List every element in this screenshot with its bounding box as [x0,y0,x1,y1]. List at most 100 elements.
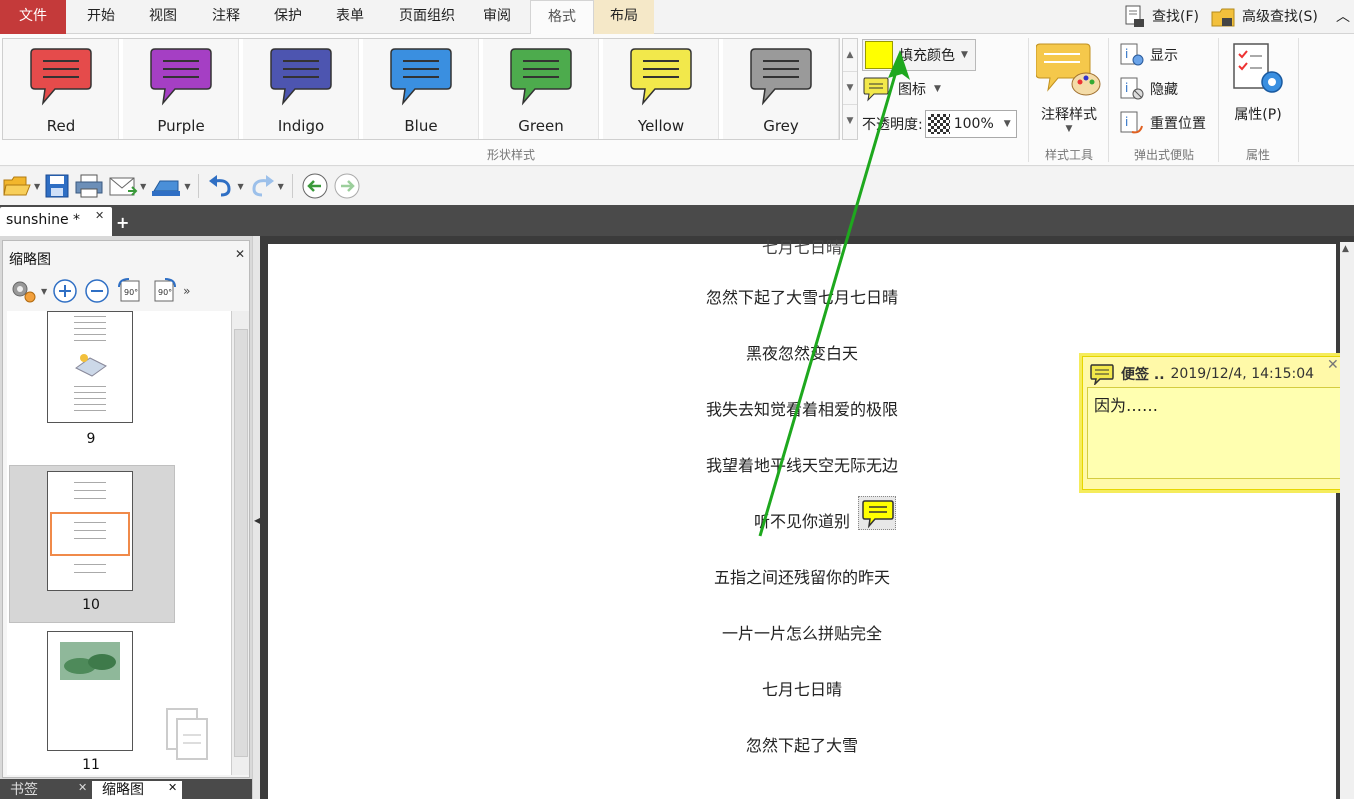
email-icon[interactable] [108,173,138,199]
collapse-ribbon-icon[interactable]: ︿ [1336,0,1350,34]
style-label: Grey [763,117,799,135]
menu-home[interactable]: 开始 [74,0,128,34]
menu-protect[interactable]: 保护 [262,0,314,34]
thumbnail-page[interactable] [47,631,133,751]
text-line: 忽然下起了大雪 [745,736,858,755]
show-button[interactable]: i 显示 [1118,42,1178,68]
group-divider [1108,38,1109,162]
popup-text-area[interactable]: 因为…… [1087,387,1341,479]
tab-layout[interactable]: 布局 [594,0,654,34]
chevron-down-icon: ▼ [934,84,941,94]
rotate-left-icon[interactable]: 90° [115,277,145,305]
document-scrollbar[interactable]: ▲ [1340,242,1354,799]
toolbar-divider [198,174,200,198]
thumbnail-text-line [74,564,106,565]
new-tab-button[interactable]: + [116,213,129,232]
save-icon[interactable] [44,173,70,199]
menu-form[interactable]: 表单 [324,0,376,34]
style-green[interactable]: Green [483,39,599,139]
thumbnail-text-line [74,334,106,335]
zoom-in-icon[interactable] [51,277,79,305]
find-button[interactable]: 查找(F) [1122,0,1199,34]
double-chevron-down-icon[interactable]: » [183,284,190,298]
panel-splitter[interactable]: ◀ [252,236,260,799]
undo-icon[interactable] [207,173,235,199]
tab-sunshine[interactable]: sunshine * ✕ [0,207,112,236]
thumbnail-text-line [74,386,106,387]
rotate-right-icon[interactable]: 90° [149,277,179,305]
style-red[interactable]: Red [3,39,119,139]
thumbnail-scrollbar[interactable] [231,311,249,775]
menu-comment[interactable]: 注释 [200,0,252,34]
tab-bookmarks[interactable]: 书签 [0,781,90,799]
advanced-find-button[interactable]: 高级查找(S) [1210,0,1318,34]
palette-note-icon [1035,43,1101,96]
hide-button[interactable]: i 隐藏 [1118,76,1178,102]
style-label: Green [518,117,564,135]
text-line: 听不见你道别 [753,512,850,531]
gallery-down-icon[interactable]: ▼ [843,72,857,105]
yellow-note-icon [630,48,692,106]
close-icon[interactable]: ✕ [78,781,87,794]
thumbnail-page-current[interactable] [47,471,133,591]
thumbnail-page[interactable] [47,311,133,423]
open-folder-icon[interactable] [2,173,32,199]
menu-view[interactable]: 视图 [138,0,188,34]
text-line: 七月七日晴 [761,238,842,257]
group-divider [1298,38,1299,162]
gallery-scroll[interactable]: ▲ ▼ ▼ [842,38,858,140]
reset-position-button[interactable]: i 重置位置 [1118,110,1206,136]
icon-button[interactable]: 图标 ▼ [862,76,941,102]
style-purple[interactable]: Purple [123,39,239,139]
chevron-down-icon[interactable]: ▼ [278,182,284,191]
reset-position-label: 重置位置 [1150,116,1206,132]
chevron-down-icon: ▼ [1003,119,1011,129]
print-icon[interactable] [74,173,104,199]
close-icon[interactable]: ✕ [95,209,104,222]
checkerboard-icon [927,114,950,134]
sticky-note-annotation[interactable] [858,496,896,530]
forward-arrow-icon[interactable] [333,172,361,200]
close-icon[interactable]: ✕ [1327,357,1339,373]
gallery-up-icon[interactable]: ▲ [843,39,857,72]
opacity-dropdown[interactable]: 100% ▼ [924,110,1017,138]
back-arrow-icon[interactable] [301,172,329,200]
properties-button[interactable]: 属性(P) [1224,40,1292,124]
gear-icon[interactable] [9,278,39,304]
document-page[interactable]: 七月七日晴 忽然下起了大雪七月七日晴 黑夜忽然变白天 我失去知觉看着相爱的极限 … [268,238,1348,799]
chevron-down-icon[interactable]: ▼ [34,182,40,191]
panel-bottom-tabs: 书签 ✕ 缩略图 ✕ [0,779,252,799]
gallery-more-icon[interactable]: ▼ [843,105,857,138]
style-indigo[interactable]: Indigo [243,39,359,139]
redo-icon[interactable] [248,173,276,199]
thumbnail-text-line [74,404,106,405]
pages-watermark-icon [166,708,208,760]
style-label: Red [46,117,76,135]
menu-page-organize[interactable]: 页面组织 [384,0,470,34]
menu-review[interactable]: 审阅 [470,0,524,34]
chevron-down-icon[interactable]: ▼ [140,182,146,191]
fill-color-button[interactable]: 填充颜色 ▼ [862,39,976,71]
scrollbar-thumb[interactable] [234,329,248,757]
style-grey[interactable]: Grey [723,39,839,139]
annotation-style-button[interactable]: 注释样式 ▼ [1034,40,1104,134]
shape-style-gallery: Red Purple Indigo Blue Green Yellow Grey [2,38,840,140]
zoom-out-icon[interactable] [83,277,111,305]
group-divider [1028,38,1029,162]
ribbon: Red Purple Indigo Blue Green Yellow Grey… [0,34,1354,166]
style-yellow[interactable]: Yellow [603,39,719,139]
chevron-down-icon[interactable]: ▼ [237,182,243,191]
style-blue[interactable]: Blue [363,39,479,139]
sticky-note-popup[interactable]: 便签 .. 2019/12/4, 14:15:04 ✕ 因为…… [1082,356,1348,490]
annotation-style-label: 注释样式 [1041,107,1097,123]
close-icon[interactable]: ✕ [235,247,245,261]
chevron-down-icon[interactable]: ▼ [41,287,47,296]
tab-format[interactable]: 格式 [530,0,594,35]
scan-icon[interactable] [150,173,182,199]
thumbnail-viewport-frame[interactable] [50,512,130,556]
menu-file[interactable]: 文件 [0,0,66,34]
scroll-up-icon[interactable]: ▲ [1342,244,1349,254]
close-icon[interactable]: ✕ [168,781,177,794]
chevron-down-icon[interactable]: ▼ [184,182,190,191]
thumbnail-text-line [74,398,106,399]
